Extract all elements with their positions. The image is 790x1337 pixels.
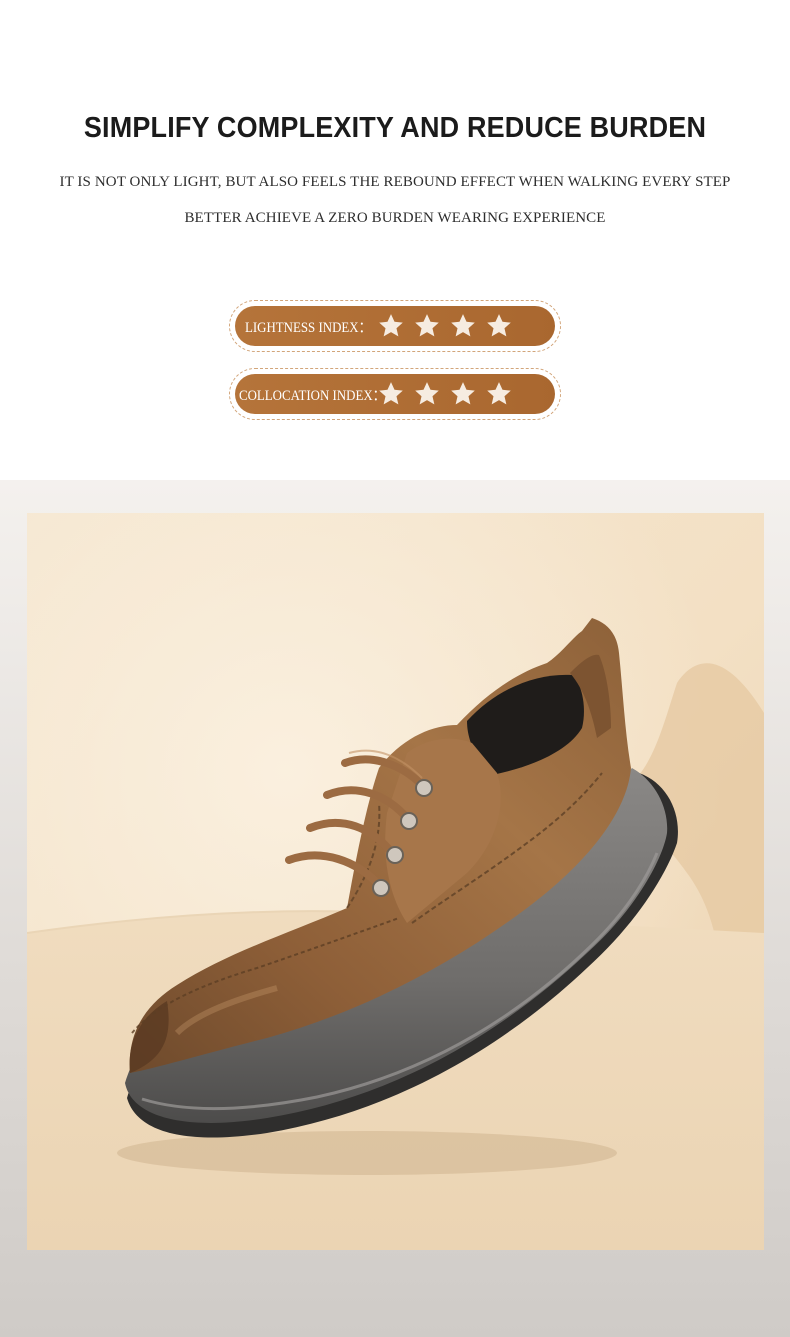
subtitle-line-2: BETTER ACHIEVE A ZERO BURDEN WEARING EXP… bbox=[184, 210, 606, 226]
collocation-index-label: COLLOCATION INDEX： bbox=[239, 387, 386, 404]
star-icon bbox=[379, 314, 403, 337]
collocation-rating-background: COLLOCATION INDEX： bbox=[235, 374, 555, 414]
star-icon bbox=[451, 314, 475, 337]
shoe-illustration bbox=[27, 513, 764, 1250]
page-title: SIMPLIFY COMPLEXITY AND REDUCE BURDEN bbox=[83, 112, 707, 144]
collocation-rating-badge: COLLOCATION INDEX： bbox=[229, 368, 561, 420]
subtitle-line-1: IT IS NOT ONLY LIGHT, BUT ALSO FEELS THE… bbox=[59, 174, 731, 190]
star-icon bbox=[487, 314, 511, 337]
star-icon bbox=[379, 382, 403, 405]
star-icon bbox=[415, 314, 439, 337]
star-icon bbox=[415, 382, 439, 405]
star-icon bbox=[451, 382, 475, 405]
lightness-index-label: LIGHTNESS INDEX： bbox=[245, 319, 372, 336]
lightness-stars bbox=[377, 306, 513, 346]
star-icon bbox=[487, 382, 511, 405]
lightness-rating-background: LIGHTNESS INDEX： bbox=[235, 306, 555, 346]
collocation-stars bbox=[377, 374, 513, 414]
lightness-rating-badge: LIGHTNESS INDEX： bbox=[229, 300, 561, 352]
product-photo bbox=[27, 513, 764, 1250]
